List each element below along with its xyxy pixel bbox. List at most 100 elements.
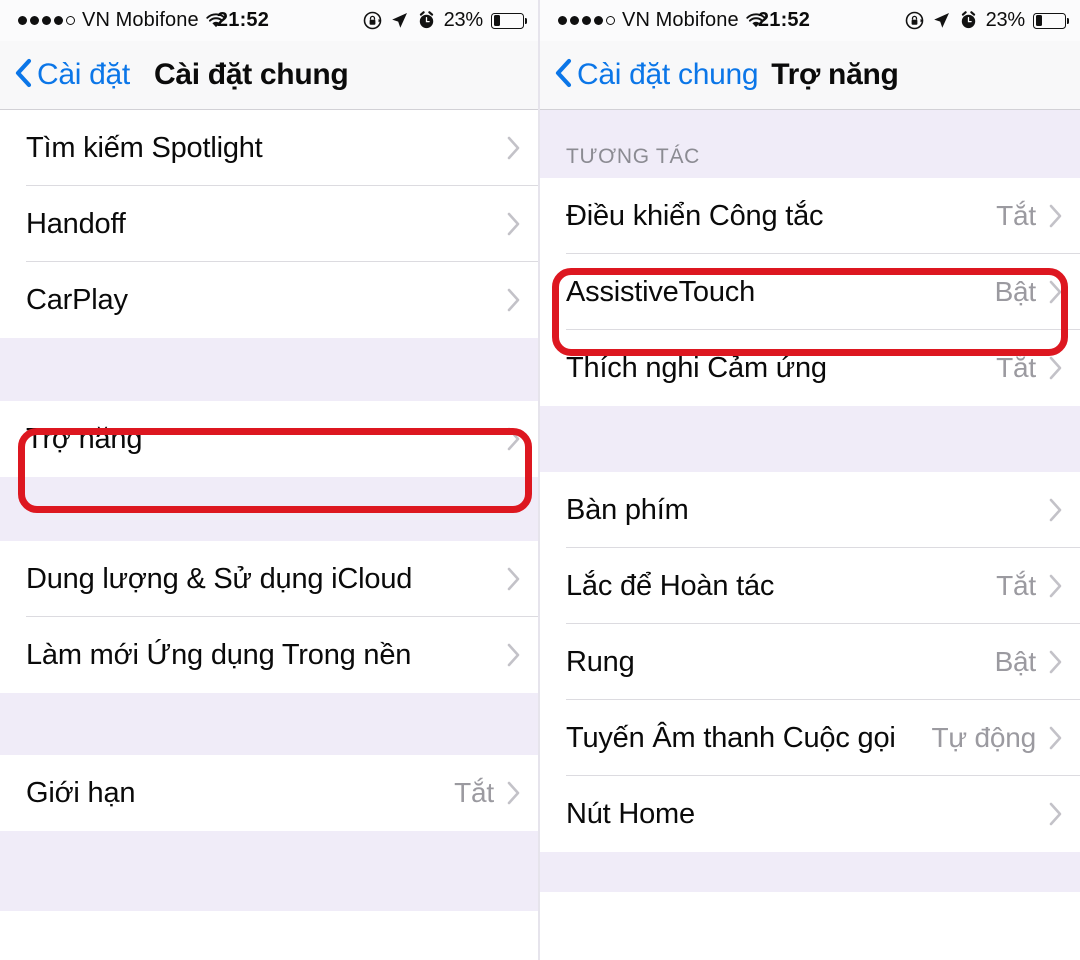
battery-icon <box>491 12 524 29</box>
back-button-label: Cài đặt chung <box>577 58 759 91</box>
row-label: Thích nghi Cảm ứng <box>566 351 827 384</box>
row-value: Bật <box>994 646 1037 677</box>
settings-table: TƯƠNG TÁC Điều khiển Công tắc Tắt Assist… <box>540 110 1080 892</box>
section-gap <box>540 406 1080 472</box>
settings-group-interaction: Điều khiển Công tắc Tắt AssistiveTouch B… <box>540 178 1080 406</box>
chevron-right-icon <box>506 134 522 162</box>
row-label: Lắc để Hoàn tác <box>566 569 775 602</box>
row-value: Tự động <box>931 722 1036 753</box>
row-carplay[interactable]: CarPlay <box>0 262 538 338</box>
chevron-right-icon <box>506 779 522 807</box>
row-shake-to-undo[interactable]: Lắc để Hoàn tác Tắt <box>540 548 1080 624</box>
battery-percent: 23% <box>985 9 1026 31</box>
status-bar-left: VN Mobifone <box>558 9 766 32</box>
chevron-right-icon <box>1048 354 1064 382</box>
location-arrow-icon <box>390 11 409 30</box>
row-accessibility[interactable]: Trợ năng <box>0 401 538 477</box>
wifi-icon <box>746 12 766 29</box>
row-label: Trợ năng <box>26 422 143 455</box>
section-gap <box>540 852 1080 892</box>
left-screen-general-settings: VN Mobifone 21:52 23% Cài đặt Cài đặt ch… <box>0 0 540 960</box>
row-value: Tắt <box>996 352 1036 383</box>
row-icloud-storage[interactable]: Dung lượng & Sử dụng iCloud <box>0 541 538 617</box>
row-value: Tắt <box>996 200 1036 231</box>
rotation-lock-icon <box>363 11 382 30</box>
signal-strength-dots <box>18 16 75 25</box>
row-restrictions[interactable]: Giới hạn Tắt <box>0 755 538 831</box>
settings-group-1: Tìm kiếm Spotlight Handoff CarPlay <box>0 110 538 338</box>
location-arrow-icon <box>932 11 951 30</box>
battery-icon <box>1033 12 1066 29</box>
chevron-right-icon <box>1048 278 1064 306</box>
signal-strength-dots <box>558 16 615 25</box>
row-label: CarPlay <box>26 283 128 316</box>
back-button[interactable]: Cài đặt <box>14 58 130 93</box>
row-handoff[interactable]: Handoff <box>0 186 538 262</box>
row-label: Giới hạn <box>26 776 136 809</box>
settings-group-2: Trợ năng <box>0 401 538 477</box>
settings-group-3: Dung lượng & Sử dụng iCloud Làm mới Ứng … <box>0 541 538 693</box>
chevron-right-icon <box>1048 202 1064 230</box>
alarm-clock-icon <box>959 11 978 30</box>
chevron-right-icon <box>1048 572 1064 600</box>
dual-screenshot-comparison: VN Mobifone 21:52 23% Cài đặt Cài đặt ch… <box>0 0 1080 960</box>
carrier-name: VN Mobifone <box>82 9 199 31</box>
section-gap <box>0 338 538 401</box>
status-bar-left: VN Mobifone <box>18 9 226 32</box>
row-keyboard[interactable]: Bàn phím <box>540 472 1080 548</box>
status-bar: VN Mobifone 21:52 23% <box>0 0 538 41</box>
status-bar-right: 23% <box>363 9 524 32</box>
row-home-button[interactable]: Nút Home <box>540 776 1080 852</box>
row-value: Bật <box>994 276 1037 307</box>
row-label: Tìm kiếm Spotlight <box>26 131 263 164</box>
battery-percent: 23% <box>443 9 484 31</box>
chevron-left-icon <box>14 58 32 93</box>
row-label: Nút Home <box>566 797 695 830</box>
navigation-bar: Cài đặt Cài đặt chung <box>0 41 538 110</box>
row-assistivetouch[interactable]: AssistiveTouch Bật <box>540 254 1080 330</box>
row-label: Bàn phím <box>566 493 689 526</box>
page-title: Trợ năng <box>771 58 899 91</box>
chevron-right-icon <box>1048 724 1064 752</box>
row-value: Tắt <box>454 777 494 808</box>
carrier-name: VN Mobifone <box>622 9 739 31</box>
chevron-right-icon <box>1048 496 1064 524</box>
row-switch-control[interactable]: Điều khiển Công tắc Tắt <box>540 178 1080 254</box>
settings-group-4: Giới hạn Tắt <box>0 755 538 831</box>
row-spotlight-search[interactable]: Tìm kiếm Spotlight <box>0 110 538 186</box>
navigation-bar: Cài đặt chung Trợ năng <box>540 41 1080 110</box>
row-label: Tuyến Âm thanh Cuộc gọi <box>566 721 896 754</box>
wifi-icon <box>206 12 226 29</box>
back-button-label: Cài đặt <box>37 58 130 91</box>
row-label: Rung <box>566 645 635 678</box>
section-gap <box>0 693 538 755</box>
row-label: Dung lượng & Sử dụng iCloud <box>26 562 413 595</box>
row-label: AssistiveTouch <box>566 275 755 308</box>
page-title: Cài đặt chung <box>153 58 349 91</box>
section-header-interaction: TƯƠNG TÁC <box>540 110 1080 178</box>
chevron-right-icon <box>506 210 522 238</box>
right-screen-accessibility: VN Mobifone 21:52 23% Cài đặt chung Trợ … <box>540 0 1080 960</box>
settings-table: Tìm kiếm Spotlight Handoff CarPlay Trợ n… <box>0 110 538 911</box>
alarm-clock-icon <box>417 11 436 30</box>
settings-group-other: Bàn phím Lắc để Hoàn tác Tắt Rung Bật Tu… <box>540 472 1080 852</box>
chevron-right-icon <box>1048 800 1064 828</box>
row-call-audio-routing[interactable]: Tuyến Âm thanh Cuộc gọi Tự động <box>540 700 1080 776</box>
row-value: Tắt <box>996 570 1036 601</box>
section-gap <box>0 831 538 911</box>
status-bar: VN Mobifone 21:52 23% <box>540 0 1080 41</box>
row-label: Điều khiển Công tắc <box>566 199 824 232</box>
row-touch-accommodations[interactable]: Thích nghi Cảm ứng Tắt <box>540 330 1080 406</box>
chevron-right-icon <box>506 641 522 669</box>
row-label: Handoff <box>26 207 126 240</box>
section-gap <box>0 477 538 541</box>
row-vibration[interactable]: Rung Bật <box>540 624 1080 700</box>
chevron-right-icon <box>506 425 522 453</box>
row-label: Làm mới Ứng dụng Trong nền <box>26 638 412 671</box>
chevron-right-icon <box>506 286 522 314</box>
chevron-right-icon <box>1048 648 1064 676</box>
rotation-lock-icon <box>905 11 924 30</box>
back-button[interactable]: Cài đặt chung <box>554 58 759 93</box>
chevron-right-icon <box>506 565 522 593</box>
row-background-app-refresh[interactable]: Làm mới Ứng dụng Trong nền <box>0 617 538 693</box>
